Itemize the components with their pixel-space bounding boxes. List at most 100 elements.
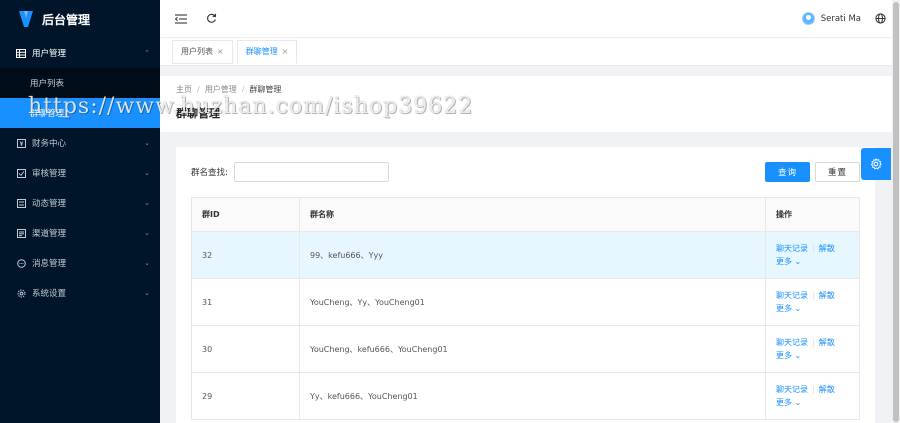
refresh-icon[interactable] <box>204 12 218 26</box>
search-form: 群名查找: 查询 重置 <box>191 162 860 182</box>
divider: | <box>812 385 815 394</box>
close-icon[interactable]: × <box>282 47 289 56</box>
dissolve-link[interactable]: 解散 <box>819 244 835 253</box>
submenu-user-management: 用户列表 群聊管理 <box>0 68 160 128</box>
search-label: 群名查找: <box>191 168 228 178</box>
column-header-id: 群ID <box>191 197 300 232</box>
chevron-down-icon: ⌄ <box>144 259 150 267</box>
avatar[interactable] <box>801 12 815 25</box>
query-button[interactable]: 查询 <box>764 162 810 182</box>
divider: | <box>812 244 815 253</box>
gear-icon <box>16 288 26 298</box>
sidebar-item-dynamic[interactable]: 动态管理 ⌄ <box>0 188 160 218</box>
divider: | <box>812 338 815 347</box>
cell-group-name: 99、kefu666、Yyy <box>299 231 766 279</box>
reset-button[interactable]: 重置 <box>814 162 860 182</box>
group-table: 群ID 群名称 操作 32 99、kefu666、Yyy 聊天记录 | 解散 更多 … <box>191 197 860 420</box>
more-dropdown[interactable]: 更多 ⌄ <box>776 351 801 360</box>
sidebar-item-label: 系统设置 <box>32 289 67 299</box>
sidebar-item-group-chat[interactable]: 群聊管理 <box>0 98 160 128</box>
more-dropdown[interactable]: 更多 ⌄ <box>776 304 801 313</box>
content-card: 群名查找: 查询 重置 群ID 群名称 操作 32 99、kefu666、Yyy… <box>176 147 875 423</box>
table-row[interactable]: 29 Yy、kefu666、YouCheng01 聊天记录 | 解散 更多 ⌄ <box>191 372 860 420</box>
sidebar-item-label: 动态管理 <box>32 199 67 209</box>
chevron-down-icon: ⌄ <box>144 199 150 207</box>
group-name-search-input[interactable] <box>233 162 389 182</box>
sidebar: 后台管理 用户管理 ⌃ 用户列表 群聊管理 财务中心 ⌄ 审核管理 ⌄ 动态管理… <box>0 0 160 423</box>
tab-label: 群聊管理 <box>245 47 278 56</box>
chevron-down-icon: ⌄ <box>144 229 150 237</box>
logo-icon <box>19 11 33 27</box>
sidebar-item-label: 审核管理 <box>32 169 67 179</box>
breadcrumb-user-management[interactable]: 用户管理 <box>205 84 237 95</box>
sidebar-item-label: 用户管理 <box>32 49 67 59</box>
check-square-icon <box>16 168 26 178</box>
cell-group-name: YouCheng、Yy、YouCheng01 <box>299 278 766 326</box>
dissolve-link[interactable]: 解散 <box>819 338 835 347</box>
sidebar-item-settings[interactable]: 系统设置 ⌄ <box>0 278 160 308</box>
tab-label: 用户列表 <box>181 47 213 56</box>
settings-drawer-button[interactable] <box>861 148 891 180</box>
breadcrumb-home[interactable]: 主页 <box>176 84 192 95</box>
sidebar-item-message[interactable]: 消息管理 ⌄ <box>0 248 160 278</box>
menu-fold-icon[interactable] <box>174 12 188 26</box>
sidebar-item-user-management[interactable]: 用户管理 ⌃ <box>0 38 160 68</box>
scrollbar[interactable] <box>892 0 900 423</box>
table-row[interactable]: 30 YouCheng、kefu666、YouCheng01 聊天记录 | 解散 更… <box>191 325 860 373</box>
app-title: 后台管理 <box>42 12 91 27</box>
logo[interactable]: 后台管理 <box>0 0 160 38</box>
scrollbar-thumb[interactable] <box>893 2 899 422</box>
chat-records-link[interactable]: 聊天记录 <box>776 291 808 300</box>
chat-records-link[interactable]: 聊天记录 <box>776 338 808 347</box>
chat-records-link[interactable]: 聊天记录 <box>776 385 808 394</box>
cell-group-id: 30 <box>191 325 300 373</box>
more-dropdown[interactable]: 更多 ⌄ <box>776 398 801 407</box>
more-dropdown[interactable]: 更多 ⌄ <box>776 257 801 266</box>
cell-group-id: 32 <box>191 231 300 279</box>
table-row[interactable]: 32 99、kefu666、Yyy 聊天记录 | 解散 更多 ⌄ <box>191 231 860 279</box>
sidebar-item-review[interactable]: 审核管理 ⌄ <box>0 158 160 188</box>
chevron-down-icon: ⌄ <box>144 139 150 147</box>
chat-records-link[interactable]: 聊天记录 <box>776 244 808 253</box>
sidebar-item-label: 渠道管理 <box>32 229 67 239</box>
cell-group-id: 29 <box>191 372 300 420</box>
breadcrumb-separator: / <box>197 85 200 94</box>
table-header-row: 群ID 群名称 操作 <box>191 197 860 232</box>
cell-group-name: YouCheng、kefu666、YouCheng01 <box>299 325 766 373</box>
channel-icon <box>16 228 26 238</box>
message-icon <box>16 258 26 268</box>
tab-group-chat[interactable]: 群聊管理 × <box>236 39 298 64</box>
sidebar-item-user-list[interactable]: 用户列表 <box>0 68 160 98</box>
more-label: 更多 <box>776 398 792 407</box>
sidebar-item-channel[interactable]: 渠道管理 ⌄ <box>0 218 160 248</box>
page-header: 主页 / 用户管理 / 群聊管理 群聊管理 <box>160 76 892 132</box>
gear-icon <box>870 158 882 170</box>
more-label: 更多 <box>776 351 792 360</box>
globe-icon[interactable] <box>875 13 886 24</box>
page-title: 群聊管理 <box>176 107 220 120</box>
cell-group-id: 31 <box>191 278 300 326</box>
dynamic-icon <box>16 198 26 208</box>
cell-actions: 聊天记录 | 解散 更多 ⌄ <box>765 278 860 326</box>
chevron-down-icon: ⌄ <box>794 257 802 266</box>
dissolve-link[interactable]: 解散 <box>819 385 835 394</box>
close-icon[interactable]: × <box>217 47 224 56</box>
table-icon <box>16 48 26 58</box>
sidebar-item-label: 消息管理 <box>32 259 67 269</box>
cell-group-name: Yy、kefu666、YouCheng01 <box>299 372 766 420</box>
dissolve-link[interactable]: 解散 <box>819 291 835 300</box>
finance-icon <box>16 138 26 148</box>
more-label: 更多 <box>776 257 792 266</box>
table-row[interactable]: 31 YouCheng、Yy、YouCheng01 聊天记录 | 解散 更多 ⌄ <box>191 278 860 326</box>
breadcrumb-separator: / <box>241 85 245 94</box>
cell-actions: 聊天记录 | 解散 更多 ⌄ <box>765 372 860 420</box>
chevron-down-icon: ⌄ <box>144 289 150 297</box>
sidebar-item-label: 财务中心 <box>32 139 67 149</box>
tab-user-list[interactable]: 用户列表 × <box>172 39 233 64</box>
sidebar-item-finance[interactable]: 财务中心 ⌄ <box>0 128 160 158</box>
cell-actions: 聊天记录 | 解散 更多 ⌄ <box>765 325 860 373</box>
chevron-down-icon: ⌄ <box>794 351 802 360</box>
tab-bar: 用户列表 × 群聊管理 × <box>160 38 892 66</box>
search-buttons: 查询 重置 <box>760 162 860 182</box>
user-name[interactable]: Serati Ma <box>821 14 861 24</box>
